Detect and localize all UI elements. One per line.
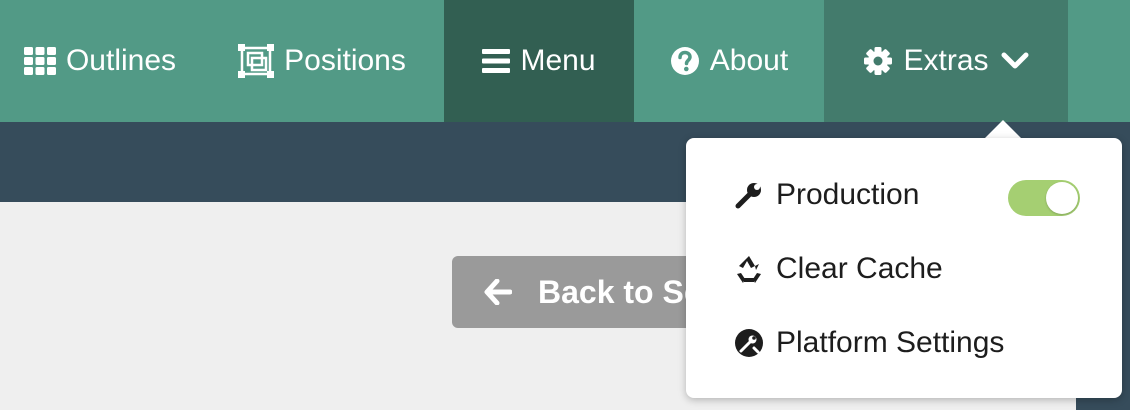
nav-positions-label: Positions [284,44,406,77]
menu-item-production[interactable]: Production [734,178,919,212]
nav-about-label: About [709,44,789,77]
extras-dropdown: Production Clear Cache Platform Settings [686,138,1122,398]
nav-outlines-label: Outlines [65,44,177,77]
positions-icon [238,44,275,78]
nav-extras-label: Extras [903,44,989,77]
toggle-knob [1046,182,1078,214]
arrow-left-icon [484,279,512,305]
platform-settings-icon [734,328,764,358]
nav-extras[interactable]: Extras [824,0,1068,122]
recycle-icon [734,254,764,284]
gear-icon [863,46,893,76]
menu-item-platform-settings[interactable]: Platform Settings [734,326,1004,360]
menu-item-platform-settings-label: Platform Settings [776,326,1005,359]
nav-outlines[interactable]: Outlines [0,0,200,122]
menu-item-clear-cache-label: Clear Cache [776,252,943,285]
top-navbar: Outlines Positions Menu About Extras [0,0,1130,122]
dropdown-caret [983,120,1023,140]
back-button-label: Back to Se [538,273,702,310]
nav-menu-label: Menu [520,44,596,77]
nav-positions[interactable]: Positions [200,0,444,122]
bars-icon [482,48,511,74]
grid-icon [23,47,56,75]
nav-about[interactable]: About [634,0,824,122]
production-toggle[interactable] [1008,180,1080,216]
nav-menu[interactable]: Menu [444,0,634,122]
menu-item-production-label: Production [776,178,920,211]
chevron-down-icon [1001,51,1029,71]
menu-item-clear-cache[interactable]: Clear Cache [734,252,943,286]
question-circle-icon [670,46,700,76]
wrench-icon [734,180,764,210]
